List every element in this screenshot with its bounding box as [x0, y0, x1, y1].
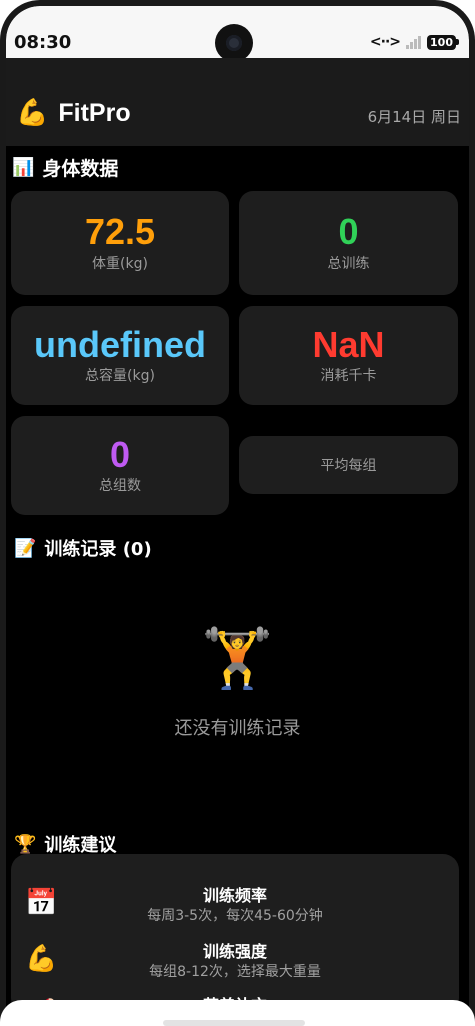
trophy-icon: 🏆: [14, 833, 37, 855]
tip-item-intensity[interactable]: 💪 训练强度 每组8-12次，选择最大重量: [11, 934, 459, 986]
stat-label: 平均每组: [320, 458, 377, 474]
stat-card-total-workouts[interactable]: 0 总训练: [239, 191, 458, 295]
stat-card-avg-per-set[interactable]: 平均每组: [239, 436, 458, 494]
flexed-biceps-icon: 💪: [16, 98, 49, 128]
stat-card-total-sets[interactable]: 0 总组数: [11, 416, 229, 515]
stat-value: NaN: [312, 323, 385, 365]
stat-value: undefined: [34, 323, 206, 365]
tip-title: 训练频率: [202, 886, 267, 905]
stat-label: 总训练: [327, 255, 370, 272]
bar-chart-icon: 📊: [12, 157, 35, 178]
records-heading: 📝 训练记录 (0): [14, 535, 152, 561]
stat-label: 消耗千卡: [320, 368, 377, 385]
status-time: 08:30: [14, 32, 72, 53]
tip-description: 每组8-12次，选择最大重量: [149, 964, 321, 980]
stat-label: 体重(kg): [92, 255, 148, 272]
body-data-title: 身体数据: [42, 158, 119, 180]
weightlifter-icon: 🏋️: [201, 624, 274, 692]
phone-screen: 08:30 <··> 100 💪 FitPro 6月14日 周日 📊 身体数据 …: [0, 0, 475, 1026]
stat-label: 总容量(kg): [85, 368, 155, 385]
camera-cutout: [215, 24, 253, 62]
tips-panel: 📅 训练频率 每周3-5次，每次45-60分钟 💪 训练强度 每组8-12次，选…: [11, 854, 459, 1014]
stat-value: 72.5: [84, 211, 156, 253]
tip-item-frequency[interactable]: 📅 训练频率 每周3-5次，每次45-60分钟: [11, 878, 459, 930]
app-header: 💪 FitPro 6月14日 周日: [6, 58, 469, 146]
tip-description: 每周3-5次，每次45-60分钟: [147, 908, 323, 924]
memo-icon: 📝: [14, 537, 37, 559]
status-bar: 08:30 <··> 100: [6, 6, 469, 62]
stat-card-total-volume[interactable]: undefined 总容量(kg): [11, 306, 229, 405]
app-logo: 💪 FitPro: [16, 98, 131, 128]
tip-title: 训练强度: [202, 942, 267, 961]
empty-records-message: 还没有训练记录: [174, 718, 301, 739]
battery-icon: 100: [427, 34, 459, 50]
stat-card-weight[interactable]: 72.5 体重(kg): [11, 191, 229, 295]
current-date: 6月14日 周日: [367, 108, 461, 126]
stat-card-calories[interactable]: NaN 消耗千卡: [239, 306, 458, 405]
records-title: 训练记录 (0): [44, 539, 152, 560]
signal-icon: [406, 35, 422, 49]
stat-value: 0: [338, 211, 359, 253]
stat-label: 总组数: [99, 478, 141, 495]
home-indicator[interactable]: [163, 1020, 305, 1026]
app-title: FitPro: [58, 98, 131, 127]
stat-value: 0: [109, 433, 131, 475]
status-icons: <··> 100: [370, 34, 459, 50]
body-data-heading: 📊 身体数据: [12, 154, 118, 181]
battery-level: 100: [427, 34, 456, 50]
network-activity-icon: <··>: [369, 34, 401, 50]
